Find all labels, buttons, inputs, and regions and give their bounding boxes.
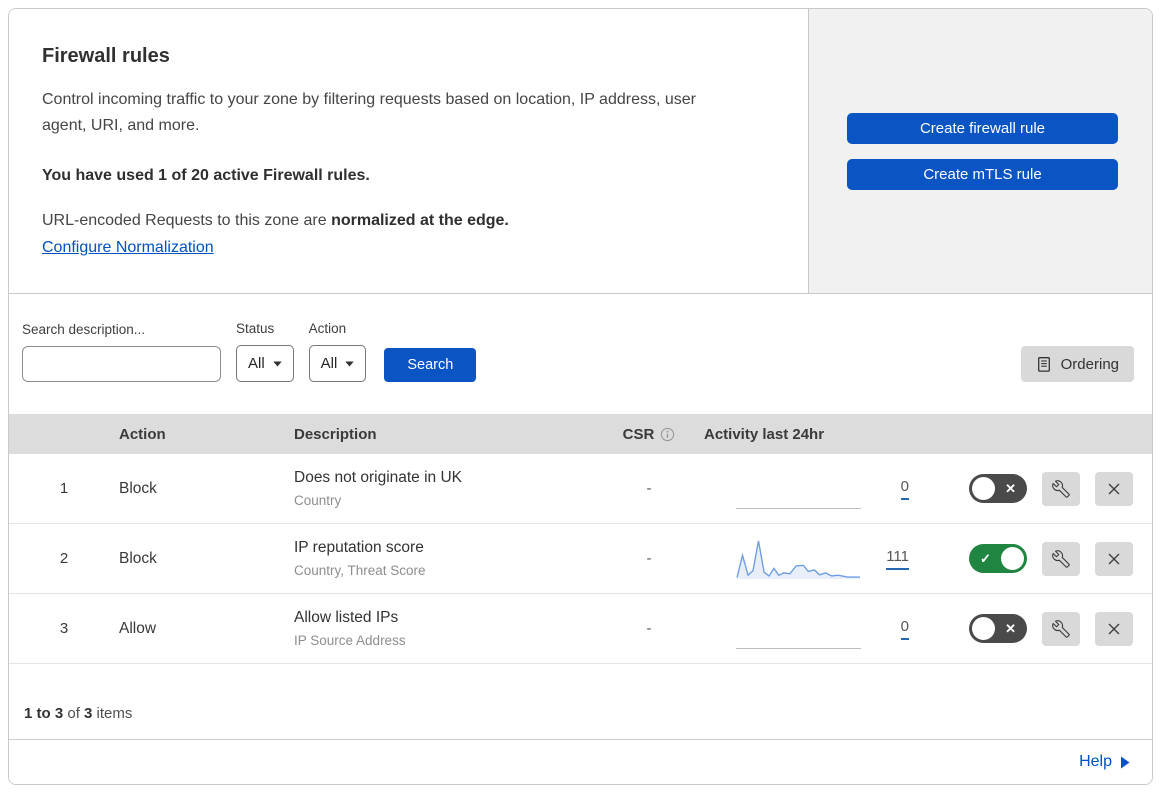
normalization-text: URL-encoded Requests to this zone are bbox=[42, 212, 332, 229]
arrow-right-icon bbox=[1121, 756, 1130, 768]
table-row: 3 Allow Allow listed IPs IP Source Addre… bbox=[9, 594, 1152, 664]
toggle-knob bbox=[1001, 547, 1024, 570]
close-icon bbox=[1108, 553, 1120, 564]
activity-column-header: Activity last 24hr bbox=[704, 425, 825, 443]
x-icon: ✕ bbox=[1005, 620, 1016, 636]
search-label: Search description... bbox=[22, 322, 146, 337]
activity-count-link[interactable]: 111 bbox=[879, 548, 909, 570]
help-bar: Help bbox=[9, 739, 1152, 784]
activity-count-link[interactable]: 0 bbox=[879, 478, 909, 500]
rule-fields: Country, Threat Score bbox=[294, 563, 426, 578]
rule-priority: 1 bbox=[59, 480, 69, 497]
rule-fields: Country bbox=[294, 493, 342, 508]
chevron-down-icon bbox=[345, 361, 355, 366]
delete-rule-button[interactable] bbox=[1095, 541, 1133, 576]
wrench-icon bbox=[1052, 549, 1070, 568]
csr-header-label: CSR bbox=[622, 425, 655, 443]
rule-priority: 3 bbox=[59, 620, 69, 637]
rule-description[interactable]: IP reputation score bbox=[294, 539, 599, 557]
toggle-knob bbox=[972, 617, 995, 640]
rule-csr: - bbox=[646, 620, 652, 637]
activity-count-value: 0 bbox=[900, 478, 909, 500]
rule-description[interactable]: Allow listed IPs bbox=[294, 609, 599, 627]
edit-rule-button[interactable] bbox=[1042, 541, 1080, 576]
close-icon bbox=[1108, 483, 1120, 494]
header-text-block: Firewall rules Control incoming traffic … bbox=[9, 9, 808, 293]
csr-column-header: CSR bbox=[599, 426, 699, 443]
ordering-button-label: Ordering bbox=[1060, 355, 1119, 373]
action-selected-value: All bbox=[320, 355, 338, 372]
activity-sparkline bbox=[736, 467, 861, 511]
filter-bar: Search description... Status All Action … bbox=[9, 294, 1152, 414]
action-column-header: Action bbox=[119, 425, 166, 443]
delete-rule-button[interactable] bbox=[1095, 611, 1133, 646]
delete-rule-button[interactable] bbox=[1095, 471, 1133, 506]
ordering-icon bbox=[1037, 356, 1050, 372]
activity-sparkline bbox=[736, 537, 861, 581]
rule-action: Allow bbox=[119, 619, 157, 637]
page-description: Control incoming traffic to your zone by… bbox=[42, 91, 696, 134]
rule-csr: - bbox=[646, 480, 652, 497]
activity-count-value: 0 bbox=[900, 618, 909, 640]
total-count: 3 bbox=[84, 705, 93, 722]
table-body: 1 Block Does not originate in UK Country… bbox=[9, 454, 1152, 664]
rule-action: Block bbox=[119, 479, 157, 497]
rule-fields: IP Source Address bbox=[294, 633, 406, 648]
description-column-header: Description bbox=[294, 425, 377, 443]
help-link[interactable]: Help bbox=[1079, 753, 1130, 771]
edit-rule-button[interactable] bbox=[1042, 611, 1080, 646]
normalization-bold-text: normalized at the edge. bbox=[331, 212, 509, 229]
table-row: 1 Block Does not originate in UK Country… bbox=[9, 454, 1152, 524]
help-link-label: Help bbox=[1079, 753, 1112, 770]
activity-count-link[interactable]: 0 bbox=[879, 618, 909, 640]
info-icon[interactable] bbox=[660, 427, 675, 442]
rule-enabled-toggle[interactable]: ✓ ✕ bbox=[969, 614, 1027, 643]
status-select[interactable]: All bbox=[236, 345, 294, 382]
page-title: Firewall rules bbox=[42, 45, 170, 67]
create-mtls-rule-button[interactable]: Create mTLS rule bbox=[847, 158, 1118, 190]
activity-sparkline bbox=[736, 607, 861, 651]
rule-enabled-toggle[interactable]: ✓ ✕ bbox=[969, 474, 1027, 503]
wrench-icon bbox=[1052, 619, 1070, 638]
search-input-wrapper[interactable] bbox=[22, 346, 236, 382]
close-icon bbox=[1108, 623, 1120, 634]
create-firewall-rule-button[interactable]: Create firewall rule bbox=[847, 112, 1118, 144]
search-input[interactable] bbox=[37, 355, 236, 373]
configure-normalization-link[interactable]: Configure Normalization bbox=[42, 239, 214, 257]
search-button[interactable]: Search bbox=[384, 348, 477, 382]
normalization-note: URL-encoded Requests to this zone are no… bbox=[42, 212, 768, 230]
actions-panel: Create firewall rule Create mTLS rule bbox=[808, 9, 1152, 293]
rule-description[interactable]: Does not originate in UK bbox=[294, 469, 599, 487]
activity-count-value: 111 bbox=[886, 548, 909, 570]
wrench-icon bbox=[1052, 479, 1070, 498]
ordering-button[interactable]: Ordering bbox=[1020, 346, 1134, 382]
rule-csr: - bbox=[646, 550, 652, 567]
action-select[interactable]: All bbox=[308, 345, 367, 382]
action-label: Action bbox=[308, 321, 347, 336]
x-icon: ✕ bbox=[1005, 480, 1016, 496]
rule-priority: 2 bbox=[59, 550, 69, 567]
range-text: 1 to 3 bbox=[24, 705, 64, 722]
of-text: of bbox=[63, 705, 85, 722]
edit-rule-button[interactable] bbox=[1042, 471, 1080, 506]
status-selected-value: All bbox=[248, 355, 265, 372]
firewall-rules-panel: Firewall rules Control incoming traffic … bbox=[8, 8, 1153, 785]
pagination-summary: 1 to 3 of 3 items bbox=[9, 664, 1152, 739]
items-text: items bbox=[92, 705, 133, 722]
rule-enabled-toggle[interactable]: ✓ ✕ bbox=[969, 544, 1027, 573]
table-row: 2 Block IP reputation score Country, Thr… bbox=[9, 524, 1152, 594]
check-icon: ✓ bbox=[980, 550, 991, 566]
status-label: Status bbox=[236, 321, 275, 336]
rule-action: Block bbox=[119, 549, 157, 567]
toggle-knob bbox=[972, 477, 995, 500]
header-section: Firewall rules Control incoming traffic … bbox=[9, 9, 1152, 294]
table-header: Action Description CSR Activity last 24h… bbox=[9, 414, 1152, 454]
chevron-down-icon bbox=[272, 361, 282, 366]
usage-summary: You have used 1 of 20 active Firewall ru… bbox=[42, 167, 370, 184]
